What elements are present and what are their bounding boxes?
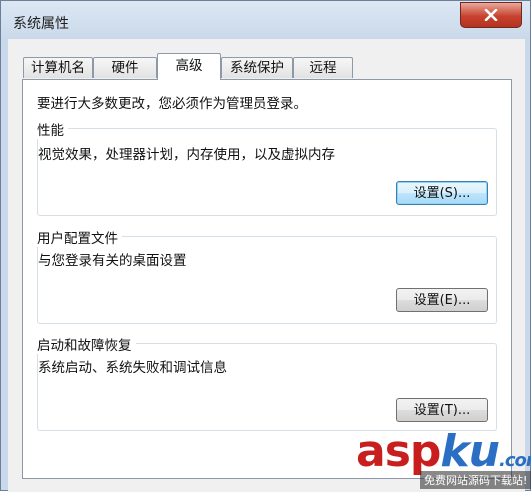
close-button[interactable]	[460, 2, 522, 28]
startup-recovery-group: 启动和故障恢复 系统启动、系统失败和调试信息 设置(T)...	[37, 334, 497, 431]
system-properties-window: 系统属性 计算机名 硬件 高级 系统保护 远程 要进行大多数更改，您必须作为管理…	[0, 0, 531, 492]
watermark-caption: 免费网站源码下载站!	[420, 471, 531, 489]
admin-notice: 要进行大多数更改，您必须作为管理员登录。	[37, 96, 307, 112]
user-profiles-settings-button[interactable]: 设置(E)...	[396, 288, 488, 312]
watermark-com: .com	[498, 450, 531, 471]
dialog-client-area: 计算机名 硬件 高级 系统保护 远程 要进行大多数更改，您必须作为管理员登录。 …	[8, 39, 525, 492]
watermark-asp: asp	[356, 426, 441, 477]
user-profiles-group-title: 用户配置文件	[37, 227, 122, 247]
performance-group-title: 性能	[37, 119, 68, 139]
tab-advanced[interactable]: 高级	[157, 53, 221, 80]
performance-group: 性能 视觉效果，处理器计划，内存使用，以及虚拟内存 设置(S)...	[37, 119, 497, 216]
performance-description: 视觉效果，处理器计划，内存使用，以及虚拟内存	[38, 147, 335, 163]
tab-remote[interactable]: 远程	[293, 57, 353, 78]
startup-recovery-description: 系统启动、系统失败和调试信息	[38, 360, 227, 376]
performance-settings-button[interactable]: 设置(S)...	[396, 181, 488, 205]
tab-computer-name[interactable]: 计算机名	[23, 57, 93, 78]
startup-recovery-settings-button[interactable]: 设置(T)...	[396, 398, 488, 422]
user-profiles-description: 与您登录有关的桌面设置	[38, 253, 187, 269]
tab-hardware[interactable]: 硬件	[93, 57, 157, 78]
window-title: 系统属性	[13, 16, 69, 32]
startup-recovery-group-title: 启动和故障恢复	[37, 334, 136, 354]
advanced-tab-panel: 要进行大多数更改，您必须作为管理员登录。 性能 视觉效果，处理器计划，内存使用，…	[22, 79, 512, 479]
close-icon	[484, 9, 498, 21]
user-profiles-group: 用户配置文件 与您登录有关的桌面设置 设置(E)...	[37, 227, 497, 324]
title-bar[interactable]: 系统属性	[1, 1, 530, 39]
watermark-ku: ku	[440, 426, 500, 477]
tab-system-protection[interactable]: 系统保护	[221, 57, 293, 78]
